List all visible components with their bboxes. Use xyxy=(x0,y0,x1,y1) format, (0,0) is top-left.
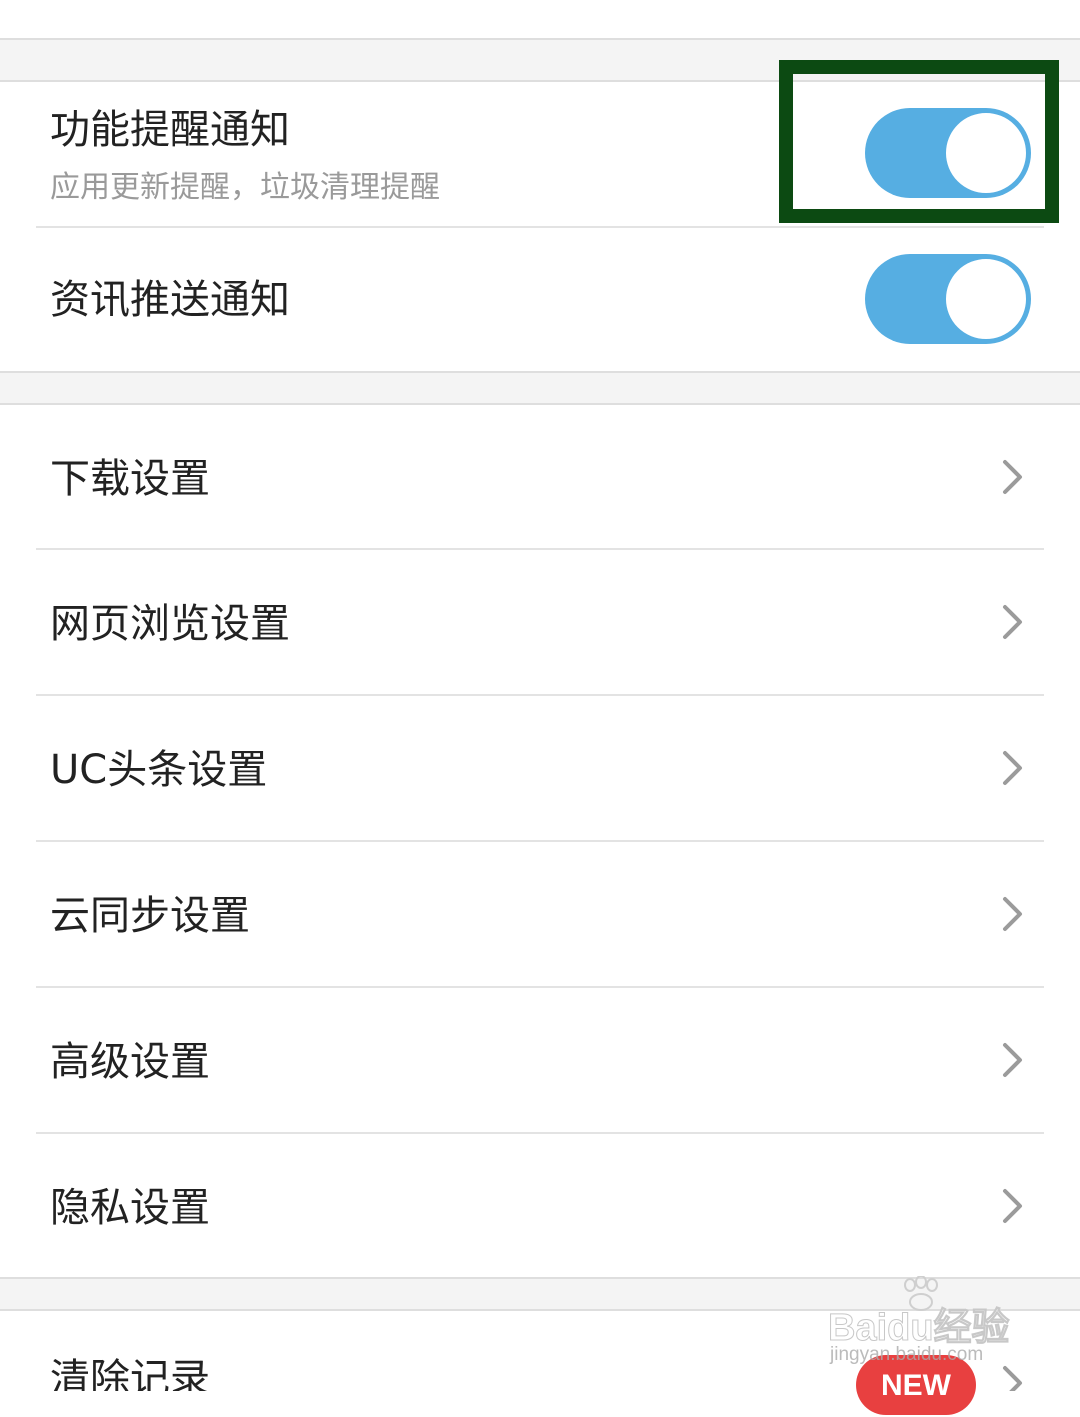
chevron-right-icon xyxy=(1003,1043,1022,1077)
feature-notification-subtitle: 应用更新提醒，垃圾清理提醒 xyxy=(50,170,440,205)
section-gap-middle xyxy=(0,371,1080,405)
toggle-knob xyxy=(943,256,1029,342)
news-notification-row[interactable]: 资讯推送通知 xyxy=(0,228,1080,372)
chevron-right-icon xyxy=(1003,1189,1022,1223)
settings-item-cloud-sync[interactable]: 云同步设置 xyxy=(0,842,1080,986)
chevron-right-icon xyxy=(1003,460,1022,494)
chevron-right-icon xyxy=(1003,605,1022,639)
settings-item-privacy[interactable]: 隐私设置 xyxy=(0,1134,1080,1278)
settings-item-label: 下载设置 xyxy=(50,456,210,502)
settings-item-uc-headlines[interactable]: UC头条设置 xyxy=(0,696,1080,840)
settings-item-label: 网页浏览设置 xyxy=(50,601,290,647)
settings-item-label: UC头条设置 xyxy=(50,747,268,793)
settings-item-label: 高级设置 xyxy=(50,1039,210,1085)
news-notification-toggle[interactable] xyxy=(865,254,1031,344)
settings-item-label: 隐私设置 xyxy=(50,1185,210,1231)
chevron-right-icon xyxy=(1003,1366,1022,1391)
baidu-watermark-url: jingyan.baidu.com xyxy=(830,1344,984,1365)
baidu-watermark-logo: Baidu经验 xyxy=(828,1307,1011,1350)
chevron-right-icon xyxy=(1003,897,1022,931)
settings-item-download[interactable]: 下载设置 xyxy=(0,405,1080,549)
chevron-right-icon xyxy=(1003,751,1022,785)
settings-item-web-browsing[interactable]: 网页浏览设置 xyxy=(0,550,1080,694)
clear-records-label: 清除记录 xyxy=(50,1356,210,1391)
feature-notification-title: 功能提醒通知 xyxy=(50,107,290,153)
settings-item-label: 云同步设置 xyxy=(50,893,250,939)
highlight-box xyxy=(779,60,1059,223)
settings-item-advanced[interactable]: 高级设置 xyxy=(0,988,1080,1132)
news-notification-title: 资讯推送通知 xyxy=(50,277,290,323)
